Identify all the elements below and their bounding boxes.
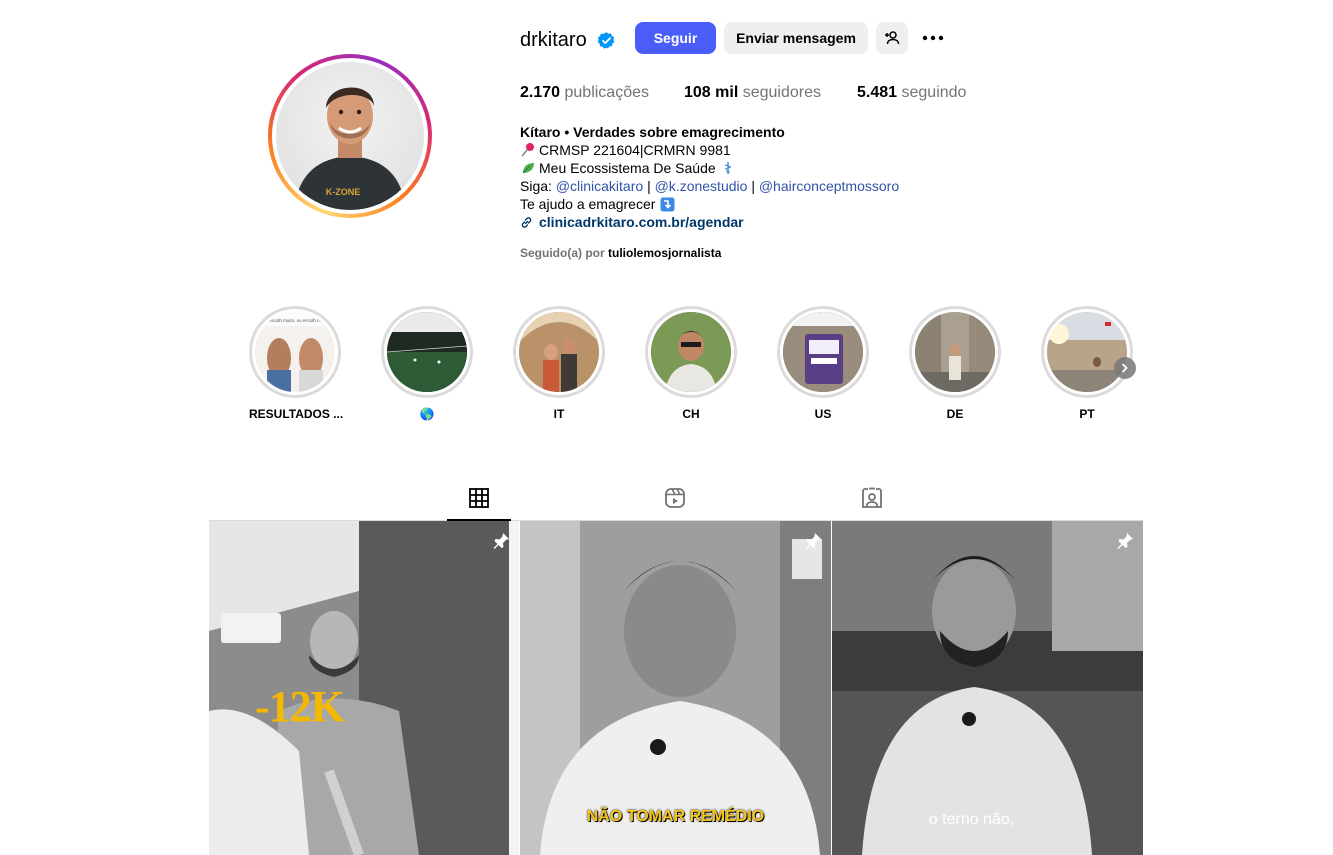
followers-count[interactable]: 108 mil seguidores (684, 83, 821, 103)
more-options-button[interactable] (918, 22, 948, 54)
highlight-cover (651, 312, 731, 392)
followers-count-value: 108 mil (684, 84, 739, 101)
send-message-button[interactable]: Enviar mensagem (724, 22, 868, 54)
more-dots-icon (922, 35, 944, 41)
following-count-value: 5.481 (857, 84, 898, 101)
profile-bio: Kítaro • Verdades sobre emagrecimento CR… (520, 123, 899, 231)
highlight-item[interactable]: US (777, 306, 869, 421)
tab-reels[interactable] (643, 485, 707, 521)
mention-clinicakitaro[interactable]: @clinicakitaro (556, 177, 643, 195)
post-tile[interactable]: -12K (209, 521, 519, 855)
followed-by-user: tuliolemosjornalista (608, 246, 722, 260)
chevron-right-icon (1122, 363, 1128, 373)
posts-count-value: 2.170 (520, 84, 561, 101)
posts-count-label: publicações (564, 84, 650, 101)
highlight-label: RESULTADOS ... (249, 407, 344, 421)
bio-line-ecosystem: Meu Ecossistema De Saúde (539, 160, 716, 176)
pinned-icon (805, 533, 821, 549)
mention-kzonestudio[interactable]: @k.zonestudio (655, 177, 748, 195)
posts-grid-icon (469, 488, 489, 508)
suggest-accounts-button[interactable] (876, 22, 908, 54)
tagged-icon (862, 487, 882, 508)
post-caption: -12K (255, 682, 345, 731)
highlight-item[interactable]: 🌎 (381, 306, 473, 421)
svg-text:Da escolh muito, ou escolh mui: Da escolh muito, ou escolh muito (262, 318, 329, 323)
highlight-item[interactable]: Da escolh muito, ou escolh muito RESULTA… (249, 306, 344, 421)
highlight-cover (387, 312, 467, 392)
highlight-label: US (814, 407, 832, 421)
highlight-cover: Da escolh muito, ou escolh muito (255, 312, 335, 392)
post-tile[interactable]: NÃO TOMAR REMÉDIO (520, 521, 831, 855)
svg-text:K-ZONE: K-ZONE (326, 187, 361, 197)
reels-icon (665, 488, 685, 508)
tab-tagged[interactable] (840, 485, 904, 521)
verified-badge-icon (597, 32, 615, 49)
highlight-cover (915, 312, 995, 392)
post-image (520, 521, 831, 855)
highlight-item[interactable]: DE (909, 306, 1001, 421)
profile-username: drkitaro (520, 29, 587, 51)
following-count-label: seguindo (901, 84, 967, 101)
followers-count-label: seguidores (742, 84, 821, 101)
followed-by-prefix: Seguido(a) por (520, 246, 605, 260)
posts-count: 2.170 publicações (520, 83, 649, 103)
bio-line-help: Te ajudo a emagrecer (520, 196, 656, 212)
pinned-icon (493, 533, 509, 549)
bio-website-link[interactable]: clinicadrkitaro.com.br/agendar (539, 213, 744, 231)
post-caption: NÃO TOMAR REMÉDIO (586, 808, 765, 825)
followed-by[interactable]: Seguido(a) por tuliolemosjornalista (520, 246, 721, 260)
highlight-cover (519, 312, 599, 392)
following-count[interactable]: 5.481 seguindo (857, 83, 966, 103)
bio-line-credentials: CRMSP 221604|CRMRN 9981 (539, 142, 731, 158)
pushpin-icon (521, 143, 534, 157)
link-icon (521, 216, 532, 228)
highlight-label: 🌎 (419, 407, 435, 421)
post-caption: o terno não, (928, 811, 1015, 828)
bio-name: Kítaro • Verdades sobre emagrecimento (520, 124, 785, 140)
highlight-item[interactable]: CH (645, 306, 737, 421)
post-image (832, 521, 1143, 855)
highlights-next-button[interactable] (1114, 357, 1136, 379)
add-user-icon (885, 31, 900, 45)
tab-posts[interactable] (447, 485, 511, 521)
leaf-icon (522, 163, 534, 174)
bio-follow-prefix: Siga: (520, 178, 552, 194)
caduceus-icon (724, 162, 731, 174)
arrow-down-right-icon (660, 197, 675, 211)
bio-separator: | (751, 178, 755, 194)
post-tile[interactable]: o terno não, (832, 521, 1143, 855)
highlight-cover (783, 312, 863, 392)
highlight-label: PT (1079, 407, 1095, 421)
mention-hairconceptmossoro[interactable]: @hairconceptmossoro (759, 177, 899, 195)
avatar: K-ZONE (276, 62, 424, 210)
highlight-item[interactable]: IT (513, 306, 605, 421)
profile-avatar-ring[interactable]: K-ZONE (268, 54, 432, 218)
highlight-label: IT (553, 407, 565, 421)
bio-separator: | (647, 178, 651, 194)
pinned-icon (1117, 533, 1133, 549)
highlight-cover (1047, 312, 1127, 392)
highlight-label: DE (946, 407, 964, 421)
highlight-label: CH (682, 407, 700, 421)
follow-button[interactable]: Seguir (635, 22, 716, 54)
